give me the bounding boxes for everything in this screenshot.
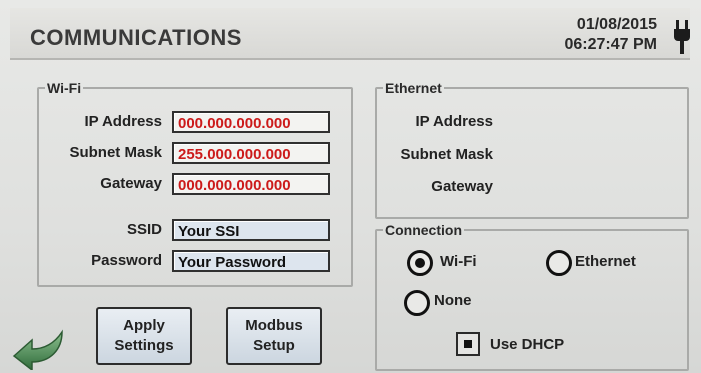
ethernet-radio[interactable]	[546, 250, 572, 276]
apply-line2: Settings	[114, 337, 174, 354]
ssid-field[interactable]: Your SSI	[172, 219, 330, 241]
ethernet-gateway-label: Gateway	[431, 178, 493, 195]
wifi-subnet-field[interactable]: 255.000.000.000	[172, 142, 330, 164]
wifi-gateway-label: Gateway	[100, 175, 162, 192]
none-radio-label[interactable]: None	[434, 292, 472, 309]
password-label: Password	[91, 252, 162, 269]
back-arrow-icon[interactable]	[10, 328, 70, 370]
connection-legend: Connection	[385, 222, 462, 238]
apply-settings-button[interactable]: Apply Settings	[96, 307, 192, 365]
wifi-radio[interactable]	[407, 250, 433, 276]
dhcp-label[interactable]: Use DHCP	[490, 336, 564, 353]
page-title: COMMUNICATIONS	[30, 25, 242, 50]
communications-screen: COMMUNICATIONS 01/08/2015 06:27:47 PM Wi…	[0, 0, 701, 373]
date-display: 01/08/2015	[576, 16, 657, 33]
modbus-setup-button[interactable]: Modbus Setup	[226, 307, 322, 365]
dhcp-checkbox[interactable]	[456, 332, 480, 356]
ethernet-subnet-label: Subnet Mask	[400, 146, 493, 163]
plug-icon	[672, 20, 692, 54]
wifi-legend: Wi-Fi	[47, 80, 82, 96]
ethernet-ip-label: IP Address	[415, 113, 493, 130]
wifi-ip-field[interactable]: 000.000.000.000	[172, 111, 330, 133]
wifi-radio-label[interactable]: Wi-Fi	[440, 253, 477, 270]
none-radio[interactable]	[404, 290, 430, 316]
ethernet-radio-label[interactable]: Ethernet	[575, 253, 636, 270]
wifi-gateway-field[interactable]: 000.000.000.000	[172, 173, 330, 195]
modbus-line2: Setup	[253, 337, 295, 354]
modbus-line1: Modbus	[245, 317, 303, 334]
header-bar: COMMUNICATIONS 01/08/2015 06:27:47 PM	[10, 8, 690, 60]
ethernet-legend: Ethernet	[385, 80, 442, 96]
password-field[interactable]: Your Password	[172, 250, 330, 272]
apply-line1: Apply	[123, 317, 165, 334]
time-display: 06:27:47 PM	[564, 36, 658, 53]
wifi-ip-label: IP Address	[84, 113, 162, 130]
ssid-label: SSID	[126, 221, 162, 238]
wifi-subnet-label: Subnet Mask	[69, 144, 162, 161]
